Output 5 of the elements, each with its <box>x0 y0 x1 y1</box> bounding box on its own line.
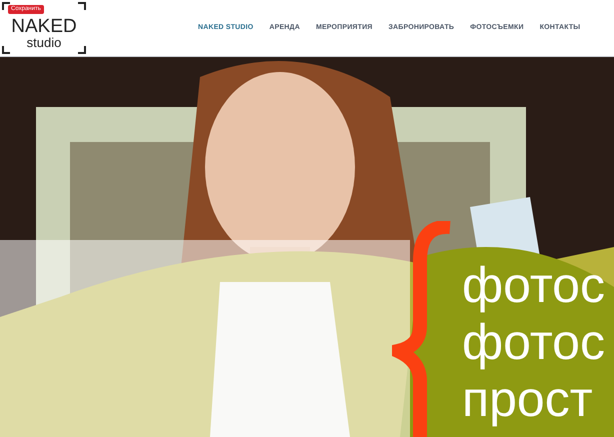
headline-line: прост <box>462 371 594 428</box>
headline-line: фотос <box>462 257 605 314</box>
logo-title: NAKED <box>11 18 77 36</box>
logo-subtitle: studio <box>26 36 62 49</box>
headline-line: фотос <box>462 314 605 371</box>
